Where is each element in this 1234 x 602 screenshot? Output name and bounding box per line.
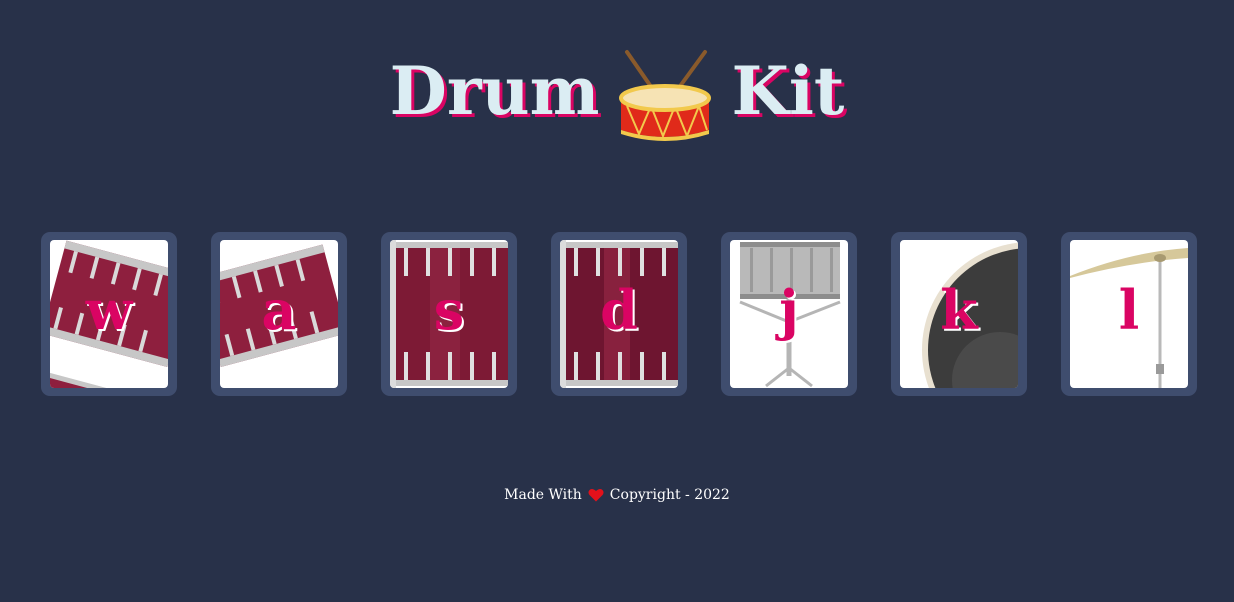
drum-face: d — [560, 240, 678, 388]
drum-face: w — [50, 240, 168, 388]
drum-button-d[interactable]: d — [551, 232, 687, 396]
drum-key-label: d — [600, 278, 638, 342]
title-drum-word: Drum — [389, 52, 600, 130]
drum-button-s[interactable]: s — [381, 232, 517, 396]
drum-key-label: j — [779, 278, 799, 342]
drum-button-k[interactable]: k — [891, 232, 1027, 396]
drum-button-a[interactable]: a — [211, 232, 347, 396]
drum-key-label: a — [261, 278, 297, 342]
drum-key-label: w — [85, 278, 133, 342]
drum-buttons: w a s d j k l — [41, 232, 1197, 396]
drum-key-label: l — [1118, 278, 1140, 342]
drum-button-w[interactable]: w — [41, 232, 177, 396]
footer-made-with: Made With — [504, 487, 582, 503]
drum-face: k — [900, 240, 1018, 388]
title-kit-word: Kit — [731, 52, 845, 130]
drum-face: j — [730, 240, 848, 388]
footer: Made With Copyright - 2022 — [0, 487, 1234, 503]
drum-face: l — [1070, 240, 1188, 388]
drum-face: a — [220, 240, 338, 388]
page-title: Drum Kit — [0, 46, 1234, 141]
drum-key-label: s — [433, 278, 465, 342]
drum-icon — [619, 50, 712, 141]
drum-button-l[interactable]: l — [1061, 232, 1197, 396]
drum-button-j[interactable]: j — [721, 232, 857, 396]
drum-face: s — [390, 240, 508, 388]
footer-copyright: Copyright - 2022 — [609, 487, 730, 503]
heart-icon — [588, 488, 604, 502]
drum-key-label: k — [940, 278, 978, 342]
